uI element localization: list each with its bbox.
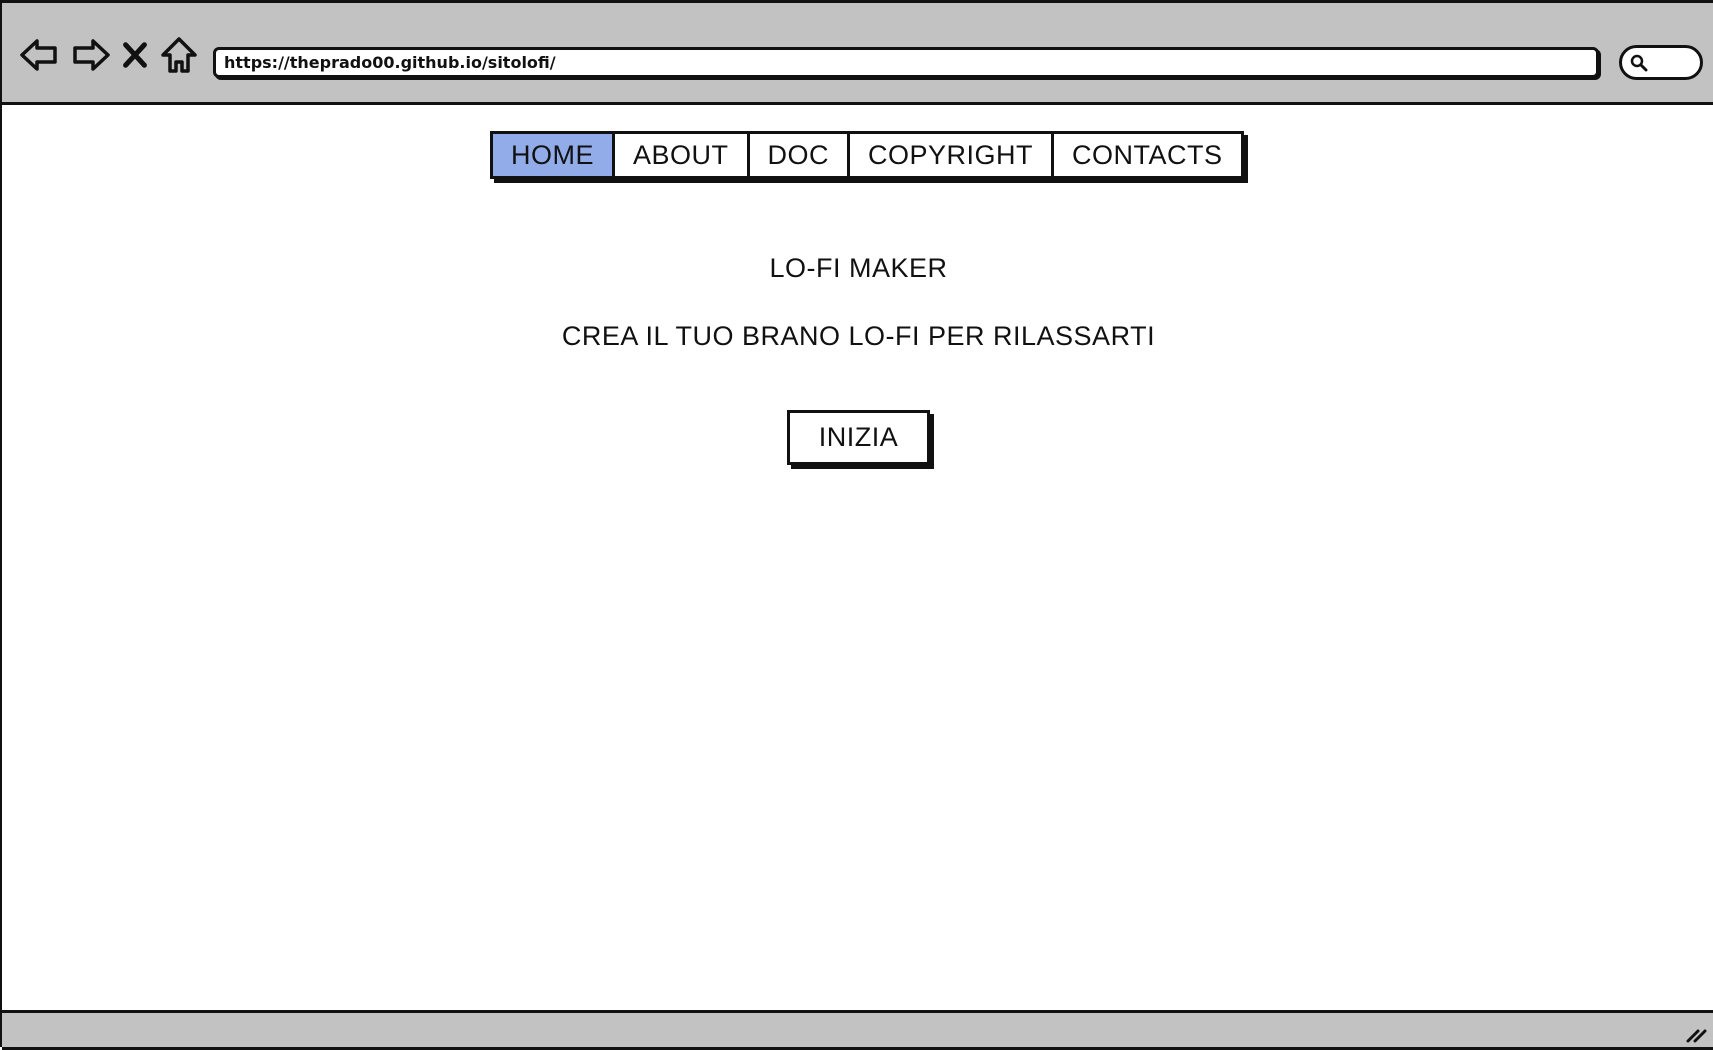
forward-arrow-icon xyxy=(73,39,110,71)
home-icon xyxy=(161,37,197,73)
home-button[interactable] xyxy=(158,33,200,77)
menu-item-contacts[interactable]: CONTACTS xyxy=(1054,134,1241,176)
address-bar[interactable]: https://theprado00.github.io/sitolofi/ xyxy=(213,47,1599,78)
search-icon xyxy=(1630,54,1648,72)
page-subtitle: CREA IL TUO BRANO LO-FI PER RILASSARTI xyxy=(561,321,1156,351)
menu-item-home[interactable]: HOME xyxy=(493,134,615,176)
close-icon xyxy=(123,42,147,68)
main-menu: HOME ABOUT DOC COPYRIGHT CONTACTS xyxy=(490,131,1244,179)
stop-button[interactable] xyxy=(118,33,152,77)
forward-button[interactable] xyxy=(70,33,112,77)
search-button[interactable] xyxy=(1619,45,1703,80)
browser-window: https://theprado00.github.io/sitolofi/ H… xyxy=(0,0,1713,1050)
menu-item-copyright[interactable]: COPYRIGHT xyxy=(850,134,1055,176)
menu-item-about[interactable]: ABOUT xyxy=(615,134,750,176)
resize-grip-icon[interactable] xyxy=(1685,1025,1707,1043)
menu-item-doc[interactable]: DOC xyxy=(749,134,851,176)
back-button[interactable] xyxy=(18,33,60,77)
browser-toolbar: https://theprado00.github.io/sitolofi/ xyxy=(2,3,1713,105)
start-button[interactable]: INIZIA xyxy=(787,410,930,465)
page-title: LO-FI MAKER xyxy=(769,253,948,283)
back-arrow-icon xyxy=(20,39,57,71)
status-bar xyxy=(2,1010,1713,1050)
